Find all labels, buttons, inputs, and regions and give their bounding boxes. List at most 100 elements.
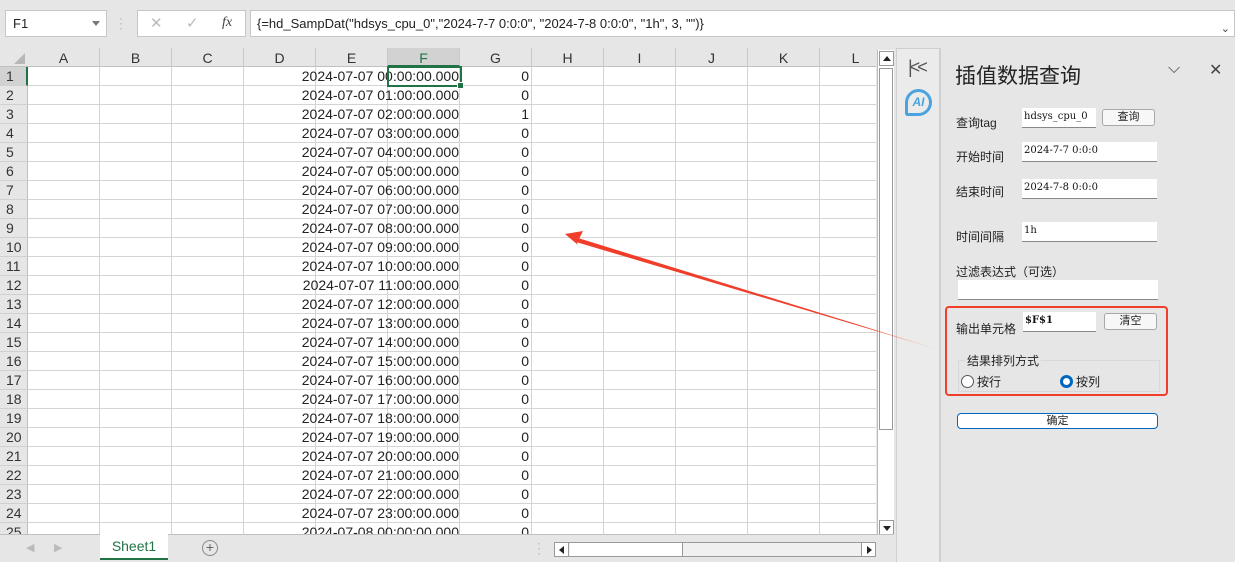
end-time-input[interactable]: 2024-7-8 0:0:0: [1022, 179, 1157, 199]
formula-input[interactable]: {=hd_SampDat("hdsys_cpu_0","2024-7-7 0:0…: [250, 10, 1235, 37]
table-row[interactable]: 2024-07-07 08:00:00.000 0: [28, 219, 876, 238]
row-header[interactable]: 18: [0, 390, 28, 409]
column-header-l[interactable]: L: [820, 48, 876, 67]
table-row[interactable]: 2024-07-07 11:00:00.000 0: [28, 276, 876, 295]
datetime-cell[interactable]: 2024-07-08 00:00:00.000: [245, 523, 461, 534]
prev-sheet-icon[interactable]: ◀: [26, 541, 34, 554]
column-header-d[interactable]: D: [244, 48, 316, 67]
drag-handle-icon[interactable]: · · ·: [537, 537, 541, 559]
cancel-icon[interactable]: ✕: [150, 14, 163, 32]
vertical-scroll-thumb[interactable]: [879, 68, 893, 430]
table-row[interactable]: 2024-07-07 10:00:00.000 0: [28, 257, 876, 276]
value-cell[interactable]: 0: [461, 67, 533, 86]
value-cell[interactable]: 0: [461, 523, 533, 534]
datetime-cell[interactable]: 2024-07-07 08:00:00.000: [245, 219, 461, 238]
start-time-input[interactable]: 2024-7-7 0:0:0: [1022, 142, 1157, 162]
row-header[interactable]: 4: [0, 124, 28, 143]
datetime-cell[interactable]: 2024-07-07 23:00:00.000: [245, 504, 461, 523]
query-button[interactable]: 查询: [1102, 109, 1155, 126]
table-row[interactable]: 2024-07-07 00:00:00.000 0: [28, 67, 876, 86]
value-cell[interactable]: 0: [461, 447, 533, 466]
value-cell[interactable]: 0: [461, 333, 533, 352]
column-header-a[interactable]: A: [28, 48, 100, 67]
column-header-j[interactable]: J: [676, 48, 748, 67]
datetime-cell[interactable]: 2024-07-07 07:00:00.000: [245, 200, 461, 219]
scroll-down-button[interactable]: [879, 520, 894, 535]
row-header[interactable]: 9: [0, 219, 28, 238]
datetime-cell[interactable]: 2024-07-07 05:00:00.000: [245, 162, 461, 181]
row-header[interactable]: 19: [0, 409, 28, 428]
tag-input[interactable]: hdsys_cpu_0: [1022, 108, 1096, 128]
ok-button[interactable]: 确定: [957, 413, 1158, 429]
datetime-cell[interactable]: 2024-07-07 00:00:00.000: [245, 67, 461, 86]
horizontal-scroll-thumb[interactable]: [570, 543, 683, 556]
table-row[interactable]: 2024-07-07 04:00:00.000 0: [28, 143, 876, 162]
close-icon[interactable]: ✕: [1209, 60, 1222, 80]
datetime-cell[interactable]: 2024-07-07 11:00:00.000: [245, 276, 461, 295]
table-row[interactable]: 2024-07-07 05:00:00.000 0: [28, 162, 876, 181]
value-cell[interactable]: 0: [461, 466, 533, 485]
table-row[interactable]: 2024-07-07 02:00:00.000 1: [28, 105, 876, 124]
datetime-cell[interactable]: 2024-07-07 09:00:00.000: [245, 238, 461, 257]
cell-area[interactable]: 2024-07-07 00:00:00.000 0 2024-07-07 01:00…: [28, 67, 876, 534]
clear-button[interactable]: 清空: [1104, 313, 1157, 330]
radio-by-row[interactable]: 按行: [961, 373, 1001, 390]
table-row[interactable]: 2024-07-07 01:00:00.000 0: [28, 86, 876, 105]
row-header[interactable]: 13: [0, 295, 28, 314]
row-header[interactable]: 25: [0, 523, 28, 534]
value-cell[interactable]: 0: [461, 200, 533, 219]
table-row[interactable]: 2024-07-07 15:00:00.000 0: [28, 352, 876, 371]
table-row[interactable]: 2024-07-07 17:00:00.000 0: [28, 390, 876, 409]
select-all-button[interactable]: [0, 48, 28, 67]
scroll-up-button[interactable]: [879, 51, 894, 66]
column-header-g[interactable]: G: [460, 48, 532, 67]
value-cell[interactable]: 0: [461, 124, 533, 143]
datetime-cell[interactable]: 2024-07-07 02:00:00.000: [245, 105, 461, 124]
column-header-i[interactable]: I: [604, 48, 676, 67]
chevron-down-icon[interactable]: [92, 21, 100, 26]
insert-function-icon[interactable]: fx: [222, 15, 232, 31]
value-cell[interactable]: 0: [461, 219, 533, 238]
value-cell[interactable]: 0: [461, 86, 533, 105]
next-sheet-icon[interactable]: ▶: [54, 541, 62, 554]
row-header[interactable]: 14: [0, 314, 28, 333]
table-row[interactable]: 2024-07-07 14:00:00.000 0: [28, 333, 876, 352]
table-row[interactable]: 2024-07-07 22:00:00.000 0: [28, 485, 876, 504]
value-cell[interactable]: 0: [461, 276, 533, 295]
filter-input[interactable]: [958, 280, 1158, 300]
row-header[interactable]: 1: [0, 67, 28, 86]
value-cell[interactable]: 0: [461, 428, 533, 447]
enter-icon[interactable]: ✓: [186, 14, 199, 32]
row-header[interactable]: 16: [0, 352, 28, 371]
table-row[interactable]: 2024-07-07 09:00:00.000 0: [28, 238, 876, 257]
value-cell[interactable]: 0: [461, 143, 533, 162]
value-cell[interactable]: 0: [461, 238, 533, 257]
row-header[interactable]: 17: [0, 371, 28, 390]
datetime-cell[interactable]: 2024-07-07 19:00:00.000: [245, 428, 461, 447]
value-cell[interactable]: 1: [461, 105, 533, 124]
vertical-scrollbar[interactable]: [877, 50, 894, 536]
row-header[interactable]: 2: [0, 86, 28, 105]
value-cell[interactable]: 0: [461, 257, 533, 276]
datetime-cell[interactable]: 2024-07-07 10:00:00.000: [245, 257, 461, 276]
value-cell[interactable]: 0: [461, 314, 533, 333]
datetime-cell[interactable]: 2024-07-07 17:00:00.000: [245, 390, 461, 409]
chevron-down-icon[interactable]: ⌵: [1168, 60, 1180, 78]
table-row[interactable]: 2024-07-07 13:00:00.000 0: [28, 314, 876, 333]
row-header[interactable]: 20: [0, 428, 28, 447]
table-row[interactable]: 2024-07-07 18:00:00.000 0: [28, 409, 876, 428]
datetime-cell[interactable]: 2024-07-07 04:00:00.000: [245, 143, 461, 162]
scroll-right-button[interactable]: [861, 543, 875, 556]
table-row[interactable]: 2024-07-07 03:00:00.000 0: [28, 124, 876, 143]
datetime-cell[interactable]: 2024-07-07 22:00:00.000: [245, 485, 461, 504]
datetime-cell[interactable]: 2024-07-07 14:00:00.000: [245, 333, 461, 352]
table-row[interactable]: 2024-07-07 21:00:00.000 0: [28, 466, 876, 485]
collapse-panel-icon[interactable]: |<<: [908, 57, 928, 78]
datetime-cell[interactable]: 2024-07-07 06:00:00.000: [245, 181, 461, 200]
row-header[interactable]: 12: [0, 276, 28, 295]
datetime-cell[interactable]: 2024-07-07 12:00:00.000: [245, 295, 461, 314]
table-row[interactable]: 2024-07-07 06:00:00.000 0: [28, 181, 876, 200]
column-header-b[interactable]: B: [100, 48, 172, 67]
datetime-cell[interactable]: 2024-07-07 15:00:00.000: [245, 352, 461, 371]
datetime-cell[interactable]: 2024-07-07 21:00:00.000: [245, 466, 461, 485]
